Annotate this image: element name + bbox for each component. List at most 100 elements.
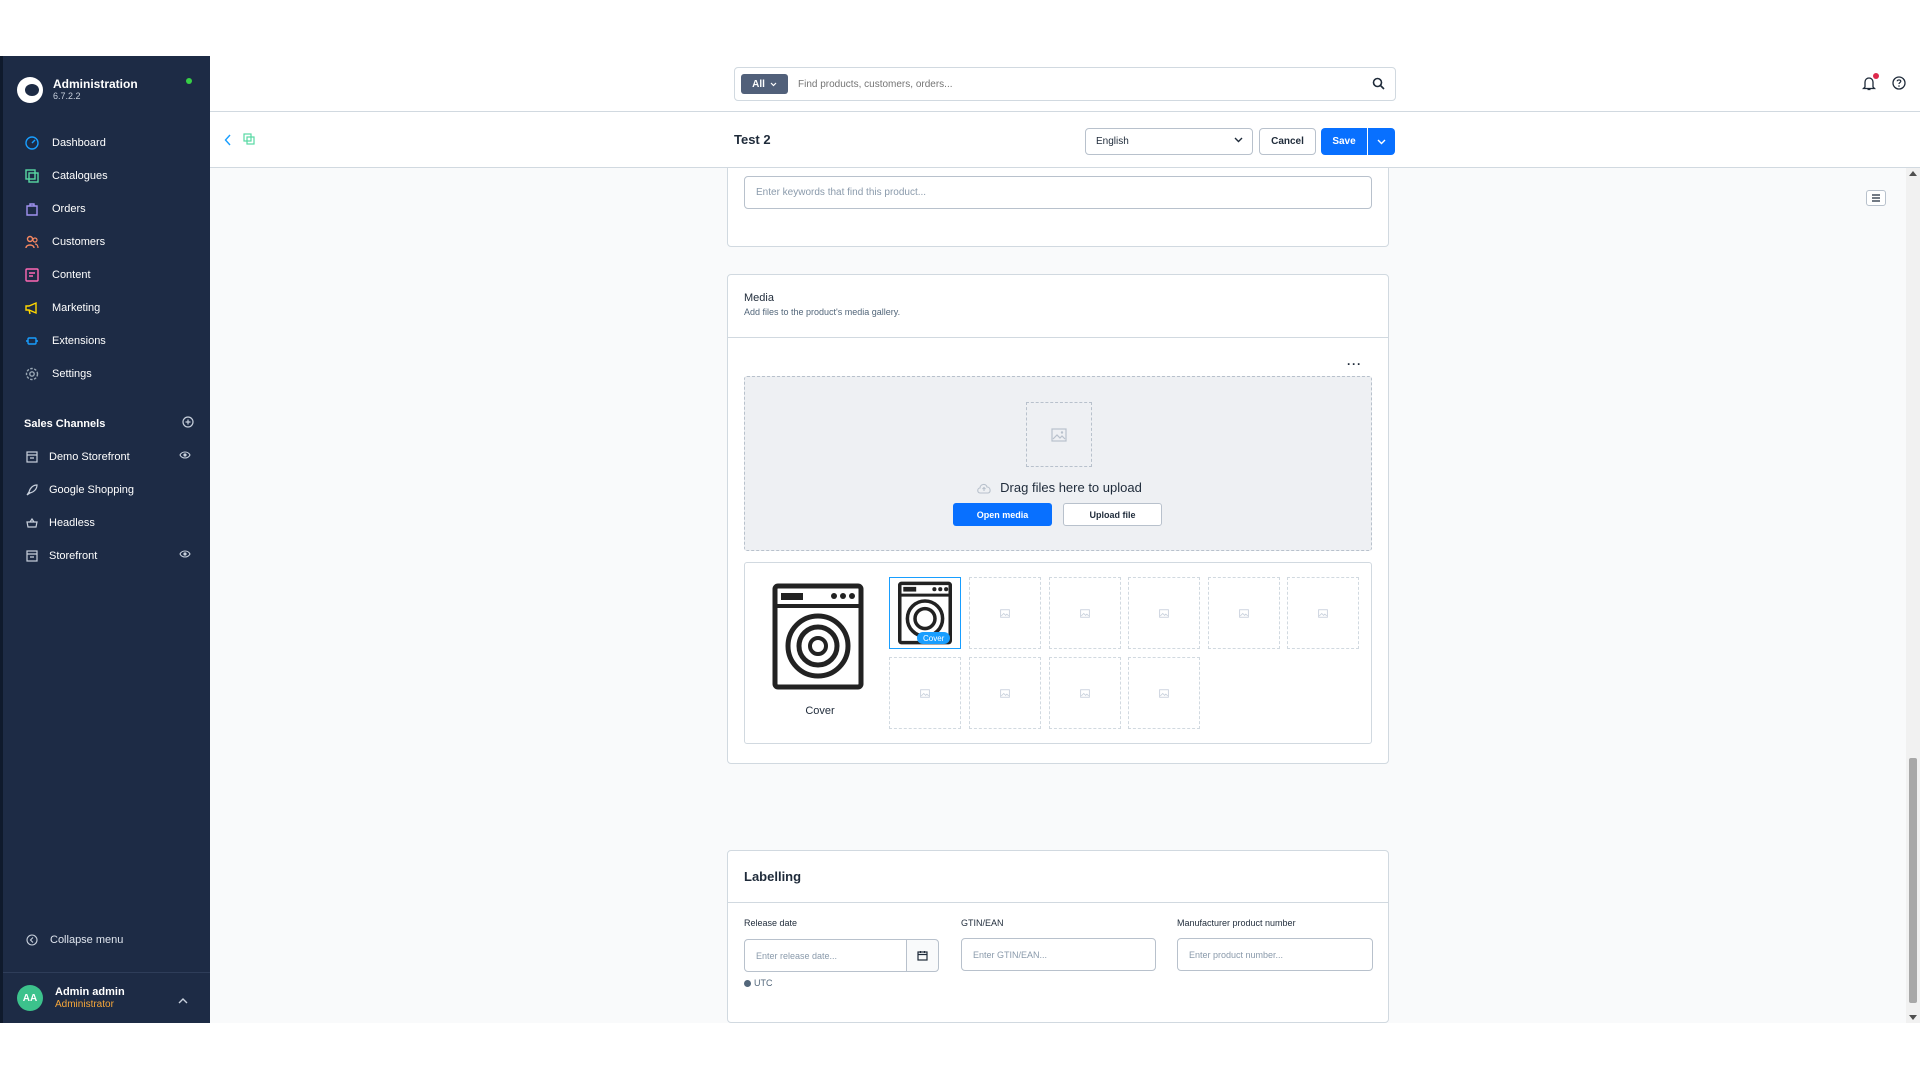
scroll-thumb[interactable] — [1909, 758, 1917, 1003]
sales-channel-label: Storefront — [49, 549, 98, 562]
back-arrow-icon[interactable] — [224, 133, 232, 151]
media-card: Media Add files to the product's media g… — [727, 274, 1389, 764]
status-indicator — [186, 78, 192, 84]
sidebar-item-label: Orders — [52, 202, 86, 215]
media-thumbnail-empty[interactable] — [1049, 657, 1121, 729]
sidebar-toggle-icon[interactable] — [1866, 190, 1886, 206]
marketing-icon — [24, 300, 40, 316]
duplicate-icon[interactable] — [243, 132, 255, 150]
catalogue-icon — [24, 168, 40, 184]
save-options-button[interactable] — [1368, 128, 1395, 155]
save-button[interactable]: Save — [1321, 128, 1367, 155]
media-thumbnail-empty[interactable] — [1287, 577, 1359, 649]
brand-title: Administration — [53, 77, 138, 91]
notification-bell-icon[interactable] — [1861, 73, 1879, 96]
media-thumbnail-empty[interactable] — [889, 657, 961, 729]
gtin-label: GTIN/EAN — [961, 918, 1004, 928]
media-gallery: Cover Cover — [744, 562, 1372, 744]
chevron-up-icon[interactable] — [178, 992, 188, 1010]
image-icon — [1159, 608, 1169, 618]
sales-channels-title: Sales Channels — [24, 417, 106, 430]
help-icon[interactable] — [1892, 76, 1906, 95]
search-filter-dropdown[interactable]: All — [741, 74, 788, 94]
search-input[interactable] — [798, 78, 1338, 90]
mpn-input[interactable]: Enter product number... — [1177, 938, 1373, 971]
avatar: AA — [17, 985, 43, 1011]
cancel-button[interactable]: Cancel — [1259, 128, 1316, 155]
sidebar-item-dashboard[interactable]: Dashboard — [3, 126, 210, 159]
media-thumbnail-empty[interactable] — [1208, 577, 1280, 649]
sidebar-item-catalogues[interactable]: Catalogues — [3, 159, 210, 192]
chevron-down-icon — [1377, 139, 1386, 144]
gtin-input[interactable]: Enter GTIN/EAN... — [961, 938, 1156, 971]
search-filter-label: All — [752, 78, 765, 90]
settings-icon — [24, 366, 40, 382]
customers-icon — [24, 234, 40, 250]
sidebar: Administration 6.7.2.2 Dashboard Catalog… — [0, 56, 210, 1023]
image-placeholder — [1026, 402, 1092, 467]
calendar-button[interactable] — [906, 939, 939, 972]
labelling-card: Labelling Release date Enter release dat… — [727, 850, 1389, 1023]
washing-machine-icon — [772, 583, 864, 690]
user-menu[interactable]: AA Admin admin Administrator — [3, 972, 210, 1023]
sidebar-item-orders[interactable]: Orders — [3, 192, 210, 225]
media-thumbnail-empty[interactable] — [1128, 657, 1200, 729]
media-thumbnail-empty[interactable] — [969, 577, 1041, 649]
brand[interactable]: Administration 6.7.2.2 — [17, 70, 138, 110]
sales-channel-google-shopping[interactable]: Google Shopping — [3, 473, 210, 506]
upload-file-button[interactable]: Upload file — [1063, 503, 1162, 526]
media-thumbnail-empty[interactable] — [969, 657, 1041, 729]
cover-badge: Cover — [917, 632, 951, 644]
more-options-icon[interactable]: ··· — [1347, 357, 1362, 371]
image-icon — [1318, 608, 1328, 618]
scroll-up-arrow-icon[interactable] — [1909, 171, 1917, 176]
sidebar-item-label: Catalogues — [52, 169, 108, 182]
sidebar-item-content[interactable]: Content — [3, 258, 210, 291]
dropzone-text-row: Drag files here to upload — [745, 480, 1373, 495]
eye-icon[interactable] — [179, 450, 191, 463]
rocket-icon — [24, 482, 40, 498]
add-sales-channel-icon[interactable] — [182, 416, 194, 431]
sales-channel-label: Demo Storefront — [49, 450, 130, 463]
brand-version: 6.7.2.2 — [53, 91, 81, 101]
image-icon — [1159, 688, 1169, 698]
image-icon — [1239, 608, 1249, 618]
sidebar-item-extensions[interactable]: Extensions — [3, 324, 210, 357]
notification-badge — [1873, 73, 1879, 79]
scrollbar[interactable] — [1906, 168, 1920, 1023]
collapse-menu-label: Collapse menu — [50, 934, 124, 946]
cover-image — [772, 583, 864, 690]
sidebar-item-label: Marketing — [52, 301, 101, 314]
open-media-button[interactable]: Open media — [953, 503, 1052, 526]
search-icon[interactable] — [1372, 77, 1385, 95]
eye-icon[interactable] — [179, 549, 191, 562]
user-role: Administrator — [55, 998, 114, 1010]
global-search[interactable]: All — [734, 67, 1396, 101]
image-icon — [1080, 688, 1090, 698]
upload-dropzone[interactable]: Drag files here to upload Open media Upl… — [744, 376, 1372, 551]
release-date-input[interactable]: Enter release date... — [744, 939, 907, 972]
media-thumbnail-empty[interactable] — [1128, 577, 1200, 649]
mpn-label: Manufacturer product number — [1177, 918, 1296, 928]
page-title: Test 2 — [734, 132, 771, 147]
scroll-down-arrow-icon[interactable] — [1909, 1015, 1917, 1020]
storefront-icon — [24, 548, 40, 564]
collapse-menu-button[interactable]: Collapse menu — [24, 932, 123, 948]
media-thumbnail-empty[interactable] — [1049, 577, 1121, 649]
sales-channel-list: Demo Storefront Google Shopping Headless — [3, 440, 210, 572]
sidebar-item-marketing[interactable]: Marketing — [3, 291, 210, 324]
shopware-logo-icon — [17, 77, 43, 103]
language-select[interactable]: English — [1085, 128, 1253, 155]
sidebar-item-customers[interactable]: Customers — [3, 225, 210, 258]
sales-channel-storefront[interactable]: Storefront — [3, 539, 210, 572]
sales-channel-headless[interactable]: Headless — [3, 506, 210, 539]
keywords-input[interactable]: Enter keywords that find this product... — [744, 176, 1372, 209]
media-thumbnail-cover[interactable]: Cover — [889, 577, 961, 649]
main-content: Enter keywords that find this product...… — [210, 168, 1904, 1023]
release-date-label: Release date — [744, 918, 798, 928]
dropzone-text: Drag files here to upload — [1000, 480, 1142, 495]
orders-icon — [24, 201, 40, 217]
sidebar-item-settings[interactable]: Settings — [3, 357, 210, 390]
sales-channel-demo-storefront[interactable]: Demo Storefront — [3, 440, 210, 473]
image-icon — [1000, 688, 1010, 698]
